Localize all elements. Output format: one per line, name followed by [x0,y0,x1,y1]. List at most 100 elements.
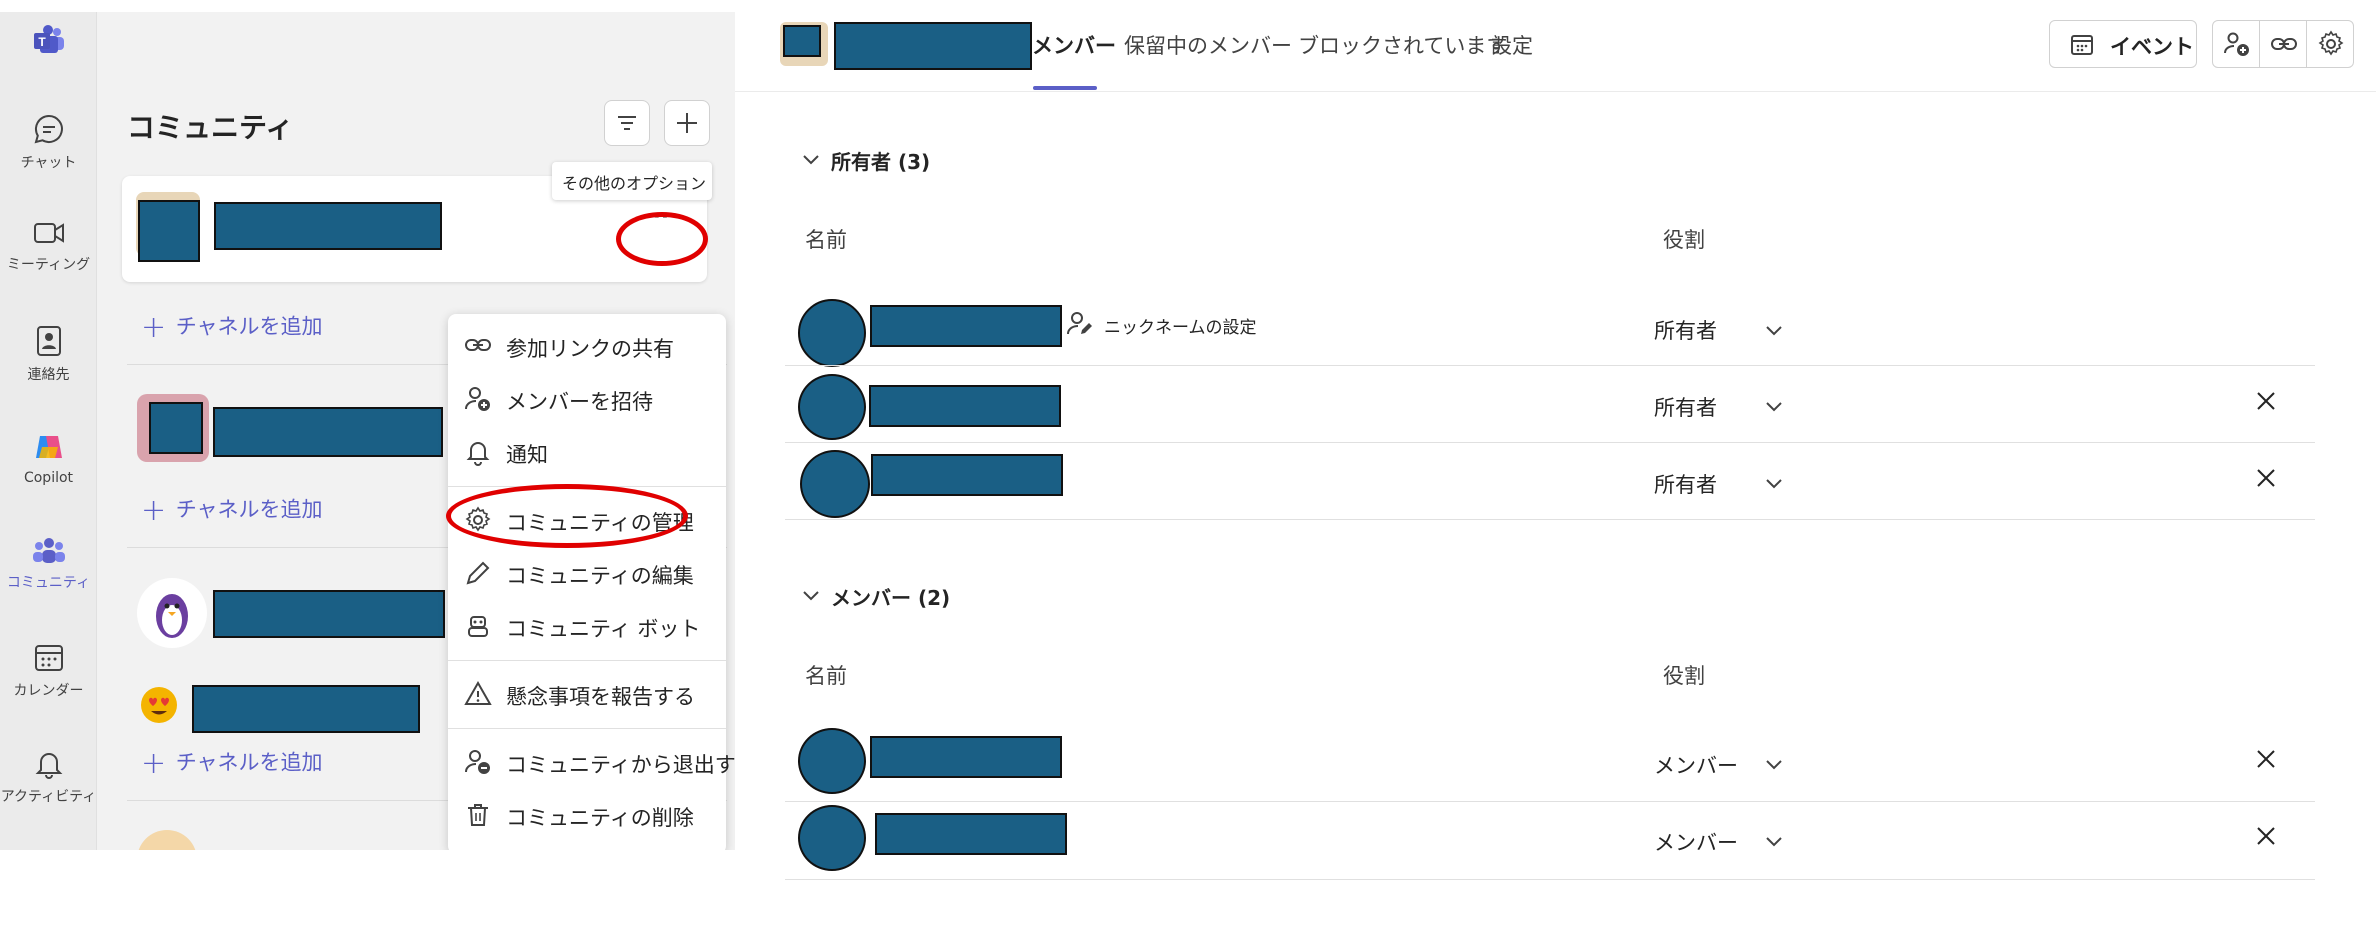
avatar [798,374,866,440]
menu-divider [448,728,726,729]
add-member-button[interactable] [2213,21,2260,67]
row-divider [785,801,2315,802]
row-divider [785,365,2315,366]
close-icon[interactable] [2254,389,2278,413]
menu-item-invite-member[interactable]: メンバーを招待 [448,373,726,423]
filter-icon [618,116,636,130]
menu-item-label: コミュニティ ボット [506,617,701,641]
event-button[interactable]: イベント [2049,20,2197,68]
rail-chat-label: チャット [20,155,77,171]
svg-text:T: T [38,35,46,49]
rail-community[interactable]: コミュニティ [0,524,97,614]
rail-contacts[interactable]: 連絡先 [0,312,97,402]
menu-item-leave-community[interactable]: コミュニティから退出する [448,736,735,786]
community-avatar [139,685,179,725]
redacted-block[interactable] [213,590,445,638]
avatar [798,299,866,367]
rail-activity[interactable]: アクティビティ [0,736,97,826]
plus-icon: + [141,746,167,781]
redacted-block [149,402,203,454]
link-icon [2271,38,2297,50]
menu-divider [448,660,726,661]
rail-meeting[interactable]: ミーティング [0,206,97,296]
close-icon[interactable] [2254,747,2278,771]
add-channel-link[interactable]: + チャネルを追加 [141,746,322,781]
rail-calendar[interactable]: カレンダー [0,630,97,720]
avatar [800,450,870,518]
rail-copilot-label: Copilot [23,470,74,486]
community-avatar [137,578,207,648]
gear-icon [2318,30,2344,56]
filter-button[interactable] [604,100,650,146]
community-context-menu: 参加リンクの共有 メンバーを招待 通知 コミュニティの管理 コミュニティの編集 … [448,314,735,850]
rail-calendar-label: カレンダー [13,683,84,699]
menu-item-delete-community[interactable]: コミュニティの削除 [448,789,726,839]
warning-icon [464,680,492,705]
role-value: メンバー [1654,754,1738,778]
plus-icon: + [141,310,167,345]
header-divider [735,91,2376,92]
close-icon[interactable] [2254,466,2278,490]
plus-icon: + [141,493,167,528]
add-channel-link[interactable]: + チャネルを追加 [141,310,322,345]
copilot-icon [35,436,62,458]
menu-item-share-link[interactable]: 参加リンクの共有 [448,320,726,370]
penguin-icon [156,594,188,638]
calendar-icon [2071,35,2093,55]
calendar-icon [34,645,63,671]
redacted-block [869,385,1061,427]
menu-item-edit-community[interactable]: コミュニティの編集 [448,547,726,597]
column-header-role: 役割 [1663,664,1705,688]
add-community-button[interactable] [664,100,710,146]
redacted-block [875,813,1067,855]
menu-item-report-concern[interactable]: 懸念事項を報告する [448,668,726,718]
event-button-label: イベント [2110,35,2194,59]
chevron-down-icon[interactable] [1762,752,1786,776]
rail-community-label: コミュニティ [6,575,91,591]
set-nickname-label: ニックネームの設定 [1104,318,1257,338]
tooltip: その他のオプション [552,162,712,200]
rail-contacts-label: 連絡先 [27,367,70,383]
redacted-block[interactable] [192,685,420,733]
link-icon [465,339,491,351]
role-value: 所有者 [1654,473,1717,497]
person-edit-icon [1067,312,1092,335]
redacted-block[interactable] [213,407,443,457]
redacted-block [783,25,821,57]
left-panel: T チャット ミーティング 連絡先 Copilot コミュニティ カレンダー ア… [0,12,735,850]
menu-item-community-bot[interactable]: コミュニティ ボット [448,600,726,650]
avatar [798,805,866,871]
chevron-down-icon[interactable] [1762,318,1786,342]
video-camera-icon [33,223,64,243]
rail-chat[interactable]: チャット [0,100,97,190]
tab-members[interactable]: メンバー [1032,30,1116,60]
chevron-down-icon[interactable] [1762,394,1786,418]
redacted-block [870,736,1062,778]
rail-teams[interactable]: T [0,12,97,102]
bot-icon [468,616,488,637]
tab-pending-members[interactable]: 保留中のメンバー [1124,30,1292,60]
add-channel-link[interactable]: + チャネルを追加 [141,493,322,528]
chevron-down-icon[interactable] [1762,829,1786,853]
contact-card-icon [36,326,61,356]
heart-eyes-emoji-icon [141,687,177,723]
tab-blocked[interactable]: ブロックされています [1298,30,1507,60]
column-header-name: 名前 [805,228,847,252]
menu-item-label: 懸念事項を報告する [506,685,695,709]
add-channel-label: チャネルを追加 [175,314,323,339]
close-icon[interactable] [2254,824,2278,848]
redacted-block [138,200,200,262]
menu-item-notifications[interactable]: 通知 [448,426,726,476]
chevron-down-icon[interactable] [1762,471,1786,495]
redacted-block [834,22,1032,70]
settings-button[interactable] [2307,21,2354,67]
rail-activity-label: アクティビティ [0,789,97,805]
members-section-title: メンバー (2) [831,586,951,610]
rail-copilot[interactable]: Copilot [0,418,97,508]
column-header-role: 役割 [1663,228,1705,252]
copy-link-button[interactable] [2260,21,2307,67]
row-divider [785,442,2315,443]
menu-item-label: メンバーを招待 [506,390,653,414]
teams-logo-icon: T [33,25,64,53]
tab-settings[interactable]: 設定 [1491,30,1533,60]
